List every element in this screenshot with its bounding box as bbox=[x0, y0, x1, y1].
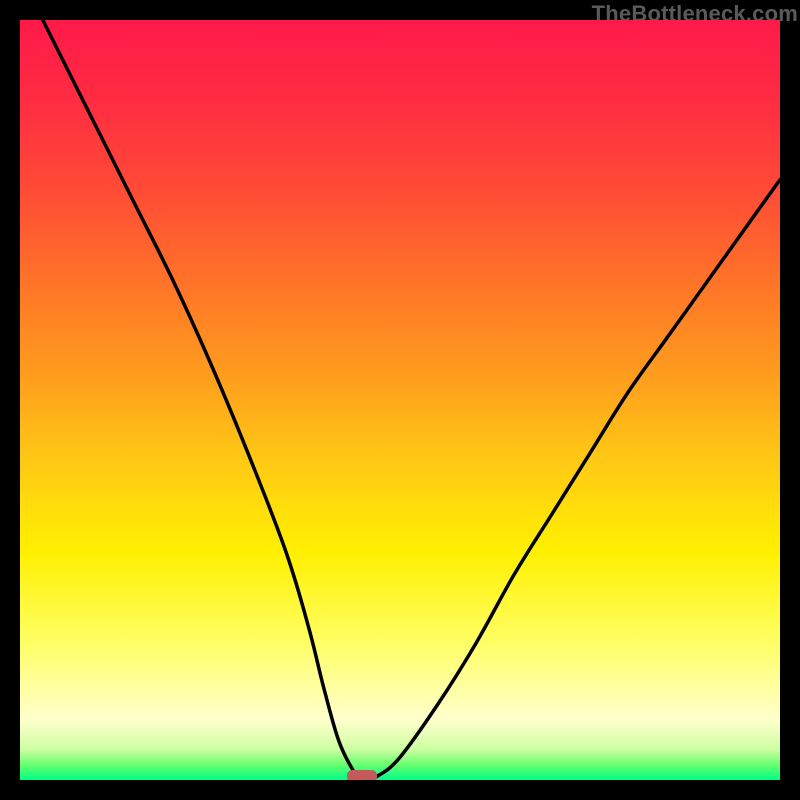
bottleneck-curve bbox=[43, 20, 780, 780]
minimum-marker bbox=[347, 770, 377, 780]
plot-area bbox=[20, 20, 780, 780]
bottleneck-curve-svg bbox=[20, 20, 780, 780]
chart-frame: TheBottleneck.com bbox=[0, 0, 800, 800]
